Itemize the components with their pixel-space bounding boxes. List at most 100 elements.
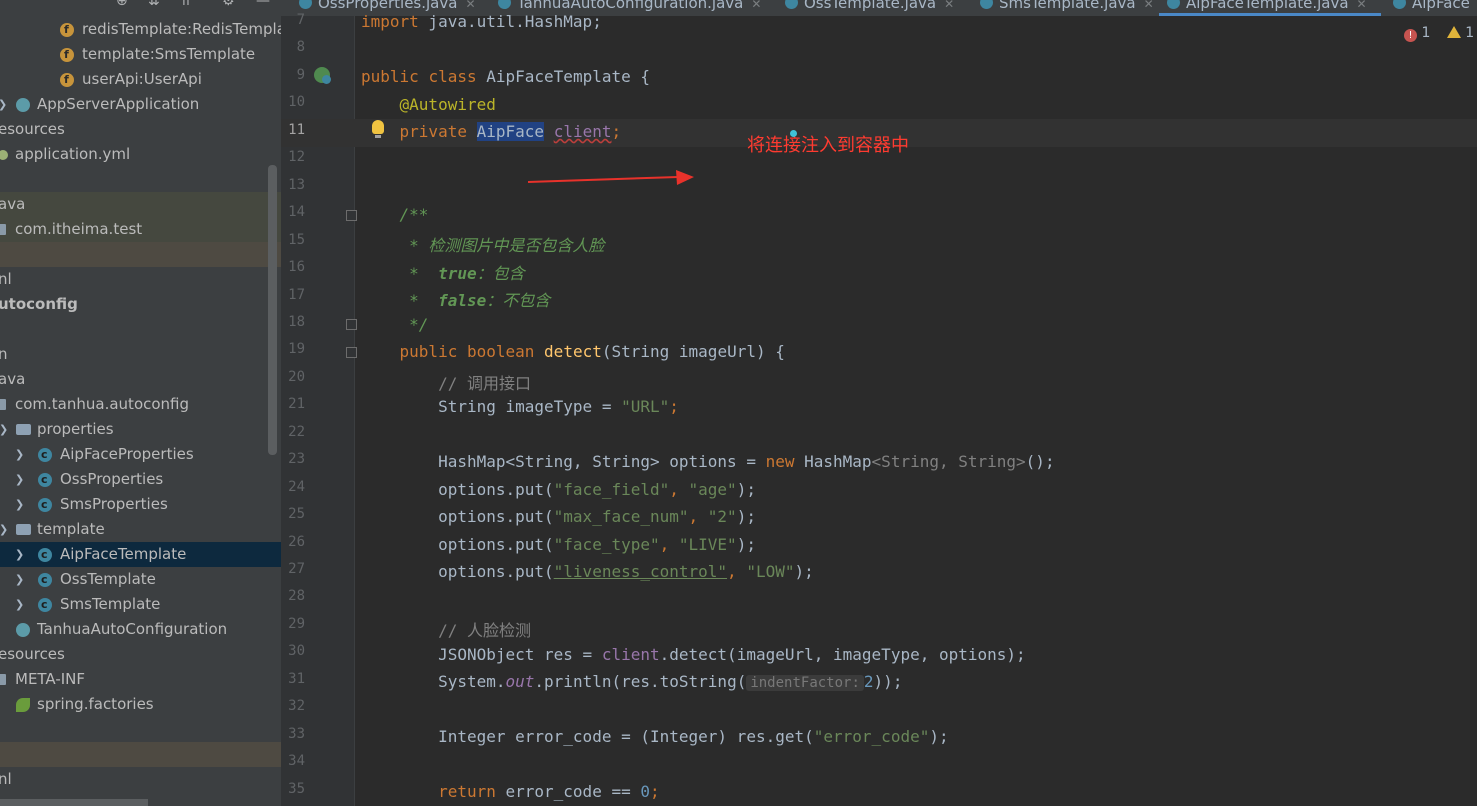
tree-item[interactable]: userApi:UserApi: [0, 67, 281, 92]
package-icon: [0, 224, 6, 235]
tree-item-label: template:SmsTemplate: [82, 45, 256, 63]
code-line-14[interactable]: /**: [361, 205, 429, 224]
fold-icon[interactable]: [346, 319, 357, 330]
tree-item-label: OssTemplate: [60, 570, 156, 588]
tree-item[interactable]: ❯ template: [0, 517, 281, 542]
code-line-19[interactable]: public boolean detect(String imageUrl) {: [361, 342, 785, 361]
class-icon: [38, 592, 52, 617]
tree-item[interactable]: spring.factories: [0, 692, 281, 717]
tree-item-label: redisTemplate:RedisTemplate: [82, 20, 281, 38]
tree-item-label: SmsProperties: [60, 495, 168, 513]
code-line-30[interactable]: JSONObject res = client.detect(imageUrl,…: [361, 645, 1026, 664]
tree-item[interactable]: com.tanhua.autoconfig: [0, 392, 281, 417]
code-line-31[interactable]: System.out.println(res.toString(indentFa…: [361, 672, 902, 691]
code-line-24[interactable]: options.put("face_field", "age");: [361, 480, 756, 499]
fold-icon[interactable]: [346, 347, 357, 358]
code-line-10[interactable]: @Autowired: [361, 95, 496, 114]
tree-item[interactable]: utoconfig: [0, 292, 281, 317]
spring-bean-gutter-icon[interactable]: [314, 67, 331, 84]
tree-item[interactable]: [0, 717, 281, 742]
collapse-all-icon[interactable]: ⇈: [180, 0, 192, 10]
chevron-right-icon[interactable]: ❯: [15, 592, 24, 617]
tree-item-label: com.tanhua.autoconfig: [15, 395, 190, 413]
code-line-26[interactable]: options.put("face_type", "LIVE");: [361, 535, 756, 554]
chevron-right-icon[interactable]: ❯: [15, 442, 24, 467]
tree-scrollbar[interactable]: [268, 165, 277, 455]
close-icon[interactable]: ✕: [1357, 0, 1367, 11]
chevron-right-icon[interactable]: ❯: [15, 567, 24, 592]
code-line-29[interactable]: // 人脸检测: [361, 617, 531, 641]
tree-item-label: esources: [0, 645, 65, 663]
code-line-18[interactable]: */: [361, 315, 428, 334]
chevron-right-icon[interactable]: ❯: [15, 492, 24, 517]
tree-item[interactable]: ❯ properties: [0, 417, 281, 442]
class-icon: [1393, 0, 1406, 9]
line-number: 12: [288, 149, 305, 166]
tree-item[interactable]: [0, 242, 281, 267]
tab-smstemplate[interactable]: SmsTemplate.java ✕: [980, 0, 1154, 15]
line-number: 32: [288, 698, 305, 715]
tab-osstemplate[interactable]: OssTemplate.java ✕: [785, 0, 954, 15]
close-icon[interactable]: ✕: [944, 0, 954, 11]
chevron-right-icon[interactable]: ❯: [0, 417, 8, 442]
tree-item[interactable]: esources: [0, 642, 281, 667]
tree-item[interactable]: ❯ SmsTemplate: [0, 592, 281, 617]
tree-item[interactable]: [0, 742, 281, 767]
tree-item[interactable]: redisTemplate:RedisTemplate: [0, 17, 281, 42]
code-line-35[interactable]: return error_code == 0;: [361, 782, 660, 801]
tree-item[interactable]: ❯ AipFaceProperties: [0, 442, 281, 467]
locate-icon[interactable]: ⊕: [116, 0, 128, 10]
close-icon[interactable]: ✕: [465, 0, 475, 11]
chevron-right-icon[interactable]: ❯: [15, 542, 24, 567]
code-line-27[interactable]: options.put("liveness_control", "LOW");: [361, 562, 814, 581]
close-icon[interactable]: ✕: [751, 0, 761, 11]
tree-item[interactable]: template:SmsTemplate: [0, 42, 281, 67]
code-line-21[interactable]: String imageType = "URL";: [361, 397, 679, 416]
code-line-20[interactable]: // 调用接口: [361, 370, 531, 394]
tree-item[interactable]: [0, 317, 281, 342]
code-line-9[interactable]: public class AipFaceTemplate {: [361, 67, 650, 86]
tree-item[interactable]: ❯ OssTemplate: [0, 567, 281, 592]
class-icon: [38, 467, 52, 492]
line-number: 25: [288, 506, 305, 523]
tree-item[interactable]: TanhuaAutoConfiguration: [0, 617, 281, 642]
code-line-7[interactable]: import java.util.HashMap;: [361, 12, 602, 31]
code-line-15[interactable]: * 检测图片中是否包含人脸: [361, 232, 604, 256]
code-line-23[interactable]: HashMap<String, String> options = new Ha…: [361, 452, 1055, 471]
tab-aipface[interactable]: AipFace: [1393, 0, 1470, 15]
tree-item[interactable]: ava: [0, 192, 281, 217]
expand-all-icon[interactable]: ⇊: [148, 0, 160, 10]
tree-item[interactable]: application.yml: [0, 142, 281, 167]
chevron-right-icon[interactable]: ❯: [0, 517, 8, 542]
code-line-17[interactable]: * false：不包含: [361, 287, 550, 311]
inspection-widget[interactable]: ! 1 1: [1404, 25, 1474, 42]
tree-item[interactable]: ❯ AppServerApplication: [0, 92, 281, 117]
chevron-right-icon[interactable]: ❯: [15, 467, 24, 492]
tree-item[interactable]: ❯ AipFaceTemplate: [0, 542, 281, 567]
tree-item[interactable]: ❯ SmsProperties: [0, 492, 281, 517]
tree-item[interactable]: esources: [0, 117, 281, 142]
chevron-right-icon[interactable]: ❯: [0, 92, 7, 117]
code-line-25[interactable]: options.put("max_face_num", "2");: [361, 507, 756, 526]
tree-item[interactable]: ❯ OssProperties: [0, 467, 281, 492]
class-icon: [785, 0, 798, 9]
spring-icon: [16, 698, 30, 712]
close-icon[interactable]: ✕: [1144, 0, 1154, 11]
code-line-11[interactable]: private AipFace client;: [361, 122, 621, 141]
tree-horizontal-scrollbar[interactable]: [0, 799, 148, 806]
tree-item[interactable]: com.itheima.test: [0, 217, 281, 242]
tree-item[interactable]: META-INF: [0, 667, 281, 692]
line-number: 11: [288, 121, 305, 138]
tree-item[interactable]: ava: [0, 367, 281, 392]
tree-item[interactable]: nl: [0, 767, 281, 792]
tree-item-label: utoconfig: [0, 295, 78, 313]
code-line-16[interactable]: * true：包含: [361, 260, 524, 284]
tree-item[interactable]: [0, 167, 281, 192]
gear-icon[interactable]: ⚙: [222, 0, 235, 10]
fold-icon[interactable]: [346, 210, 357, 221]
hide-icon[interactable]: —: [256, 0, 270, 10]
tree-item[interactable]: n: [0, 342, 281, 367]
code-line-33[interactable]: Integer error_code = (Integer) res.get("…: [361, 727, 949, 746]
tree-item[interactable]: nl: [0, 267, 281, 292]
tree-item-label: com.itheima.test: [15, 220, 143, 238]
